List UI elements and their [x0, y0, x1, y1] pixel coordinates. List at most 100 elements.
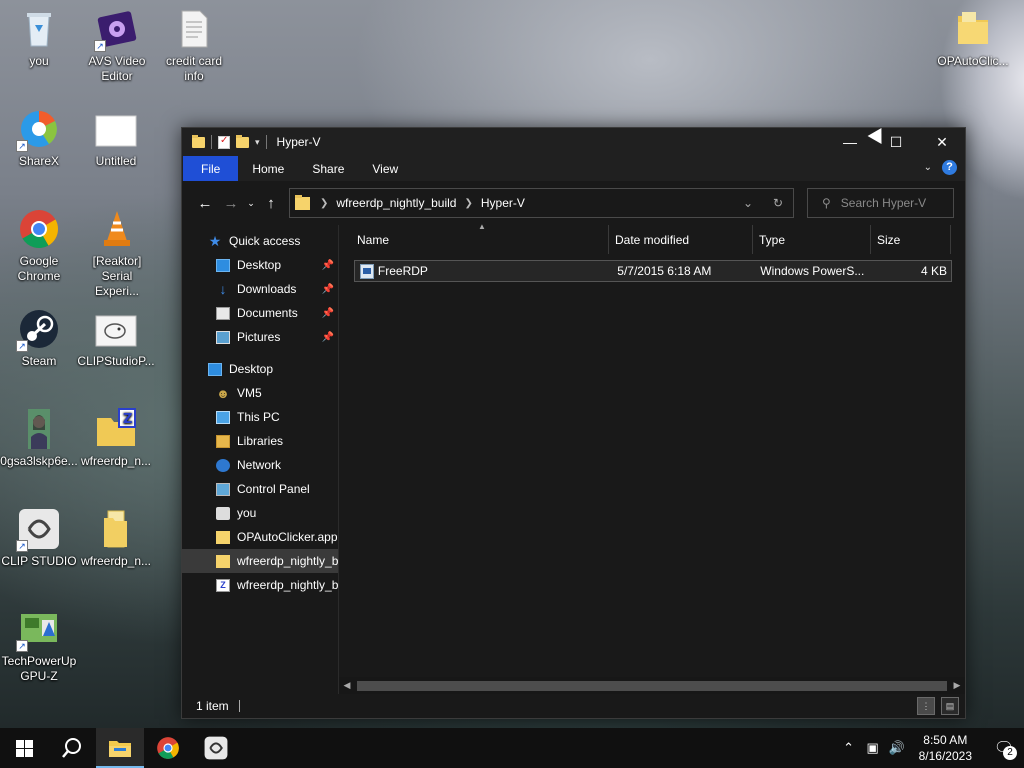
desktop-icon-label: you	[29, 54, 49, 68]
desktop-icon-wfreerdp-folder[interactable]: wfreerdp_n...	[77, 508, 155, 569]
desktop-icon-opautoclicker[interactable]: OPAutoClic...	[934, 8, 1012, 69]
sidebar-item-wfreerdp-zip[interactable]: Z wfreerdp_nightly_build	[182, 573, 338, 597]
nav-buttons: ← → ⌄ ↑	[182, 195, 284, 212]
taskbar-file-explorer[interactable]	[96, 728, 144, 768]
desktop-icon-clipstudiop[interactable]: CLIPStudioP...	[77, 308, 155, 369]
title-bar[interactable]: ▾ Hyper-V — ☐ ✕	[182, 128, 965, 156]
scroll-left-icon[interactable]: ◀	[339, 680, 355, 691]
desktop-icon-wfreerdp-zip[interactable]: Z wfreerdp_n...	[77, 408, 155, 469]
desktop-icon-avs-video-editor[interactable]: ↗ AVS Video Editor	[78, 8, 156, 84]
horizontal-scrollbar[interactable]: ◀ ▶	[339, 677, 965, 694]
tab-view[interactable]: View	[358, 156, 412, 181]
photo-thumbnail-icon	[18, 408, 60, 450]
sidebar-item-documents[interactable]: Documents 📌	[182, 301, 338, 325]
action-center-button[interactable]: 🗨 2	[984, 728, 1024, 768]
explorer-window: ▾ Hyper-V — ☐ ✕ File Home Share View ⌄ ?…	[181, 127, 966, 719]
desktop-icon-credit-card-info[interactable]: credit card info	[155, 8, 233, 84]
window-title: Hyper-V	[276, 135, 321, 149]
tab-home[interactable]: Home	[238, 156, 298, 181]
file-list-pane[interactable]: ▲ Name Date modified Type Size FreeRDP 5…	[339, 222, 965, 694]
chevron-right-icon[interactable]: ❯	[320, 198, 328, 209]
sidebar-item-this-pc[interactable]: This PC	[182, 405, 338, 429]
pin-icon: 📌	[321, 331, 334, 343]
sidebar-item-label: you	[237, 506, 257, 520]
details-view-button[interactable]: ⋮	[917, 697, 935, 715]
film-reel-icon: ↗	[94, 8, 138, 52]
desktop-icon-steam[interactable]: ↗ Steam	[0, 308, 78, 369]
address-bar[interactable]: ❯ wfreerdp_nightly_build ❯ Hyper-V ⌄ ↻	[289, 188, 794, 218]
pin-icon: 📌	[321, 259, 334, 271]
sidebar-item-network[interactable]: Network	[182, 453, 338, 477]
sidebar-item-quick-access[interactable]: ★ Quick access	[182, 229, 338, 253]
desktop-icon-0gsa3lskp6e[interactable]: 0gsa3lskp6e...	[0, 408, 78, 469]
sidebar-item-vm5[interactable]: ☻ VM5	[182, 381, 338, 405]
search-placeholder: Search Hyper-V	[840, 196, 927, 210]
address-history-dropdown-icon[interactable]: ⌄	[733, 189, 763, 217]
network-icon	[216, 458, 230, 472]
desktop-icon-reaktor[interactable]: [Reaktor] Serial Experi...	[78, 208, 156, 299]
sidebar-item-label: Libraries	[237, 434, 284, 448]
sort-ascending-icon: ▲	[478, 222, 486, 231]
desktop-icon-gpu-z[interactable]: ↗ TechPowerUp GPU-Z	[0, 608, 78, 684]
minimize-button[interactable]: —	[827, 128, 873, 156]
tab-file[interactable]: File	[183, 156, 239, 181]
libraries-icon	[216, 434, 230, 448]
zip-folder-icon: Z	[95, 408, 137, 450]
volume-icon[interactable]: 🔊	[885, 740, 909, 756]
notification-count-badge: 2	[1003, 746, 1017, 760]
forward-arrow-icon[interactable]: →	[218, 195, 244, 212]
sidebar-item-pictures[interactable]: Pictures 📌	[182, 325, 338, 349]
sidebar-item-opautoclicker[interactable]: OPAutoClicker.app	[182, 525, 338, 549]
vlc-cone-icon	[96, 208, 138, 250]
sidebar-item-desktop[interactable]: Desktop	[182, 357, 338, 381]
taskbar-chrome[interactable]	[144, 728, 192, 768]
desktop-icon-untitled[interactable]: Untitled	[77, 108, 155, 169]
expand-ribbon-icon[interactable]: ⌄	[924, 162, 932, 173]
documents-icon	[216, 306, 230, 320]
sidebar-item-downloads[interactable]: ↓ Downloads 📌	[182, 277, 338, 301]
computer-icon	[216, 410, 230, 424]
sidebar-item-control-panel[interactable]: Control Panel	[182, 477, 338, 501]
show-hidden-icons-chevron-up-icon[interactable]: ⌃	[837, 740, 861, 756]
close-button[interactable]: ✕	[919, 128, 965, 156]
large-icons-view-button[interactable]: ▤	[941, 697, 959, 715]
back-arrow-icon[interactable]: ←	[192, 195, 218, 212]
sidebar-item-label: wfreerdp_nightly_build	[237, 578, 339, 592]
desktop-icon-clip-studio[interactable]: ↗ CLIP STUDIO	[0, 508, 78, 569]
column-size[interactable]: Size	[871, 225, 951, 254]
desktop-icon-google-chrome[interactable]: Google Chrome	[0, 208, 78, 284]
up-arrow-icon[interactable]: ↑	[258, 195, 284, 212]
column-date-modified[interactable]: Date modified	[609, 225, 753, 254]
scroll-right-icon[interactable]: ▶	[949, 680, 965, 691]
new-folder-icon[interactable]	[236, 134, 249, 148]
chevron-right-icon[interactable]: ❯	[464, 198, 472, 209]
sidebar-item-you[interactable]: you	[182, 501, 338, 525]
properties-icon[interactable]	[218, 135, 230, 149]
search-input[interactable]: ⚲ Search Hyper-V	[807, 188, 954, 218]
sidebar-item-libraries[interactable]: Libraries	[182, 429, 338, 453]
help-icon[interactable]: ?	[942, 160, 957, 175]
customize-dropdown-icon[interactable]: ▾	[255, 137, 260, 148]
sidebar-item-wfreerdp-folder[interactable]: wfreerdp_nightly_build	[182, 549, 338, 573]
breadcrumb-wfreerdp[interactable]: wfreerdp_nightly_build	[336, 196, 456, 210]
refresh-icon[interactable]: ↻	[763, 189, 793, 217]
scrollbar-thumb[interactable]	[357, 681, 947, 691]
navigation-pane[interactable]: ★ Quick access Desktop 📌 ↓ Downloads 📌 D…	[182, 225, 339, 694]
tab-share[interactable]: Share	[298, 156, 358, 181]
start-button[interactable]	[0, 728, 48, 768]
taskbar-clip-studio[interactable]	[192, 728, 240, 768]
network-icon[interactable]: ▣	[861, 740, 885, 756]
recent-locations-icon[interactable]: ⌄	[244, 198, 258, 209]
sidebar-item-desktop-pinned[interactable]: Desktop 📌	[182, 253, 338, 277]
folder-icon	[295, 194, 310, 210]
desktop-icon-sharex[interactable]: ↗ ShareX	[0, 108, 78, 169]
sidebar-item-label: Desktop	[237, 258, 282, 272]
desktop-icon	[216, 258, 230, 272]
sidebar-item-label: Pictures	[237, 330, 281, 344]
search-button[interactable]	[48, 728, 96, 768]
breadcrumb-hyper-v[interactable]: Hyper-V	[481, 196, 525, 210]
column-type[interactable]: Type	[753, 225, 871, 254]
file-row[interactable]: FreeRDP 5/7/2015 6:18 AM Windows PowerS.…	[354, 260, 952, 282]
desktop-icon-you[interactable]: you	[0, 8, 78, 69]
clock[interactable]: 8:50 AM 8/16/2023	[909, 732, 984, 764]
